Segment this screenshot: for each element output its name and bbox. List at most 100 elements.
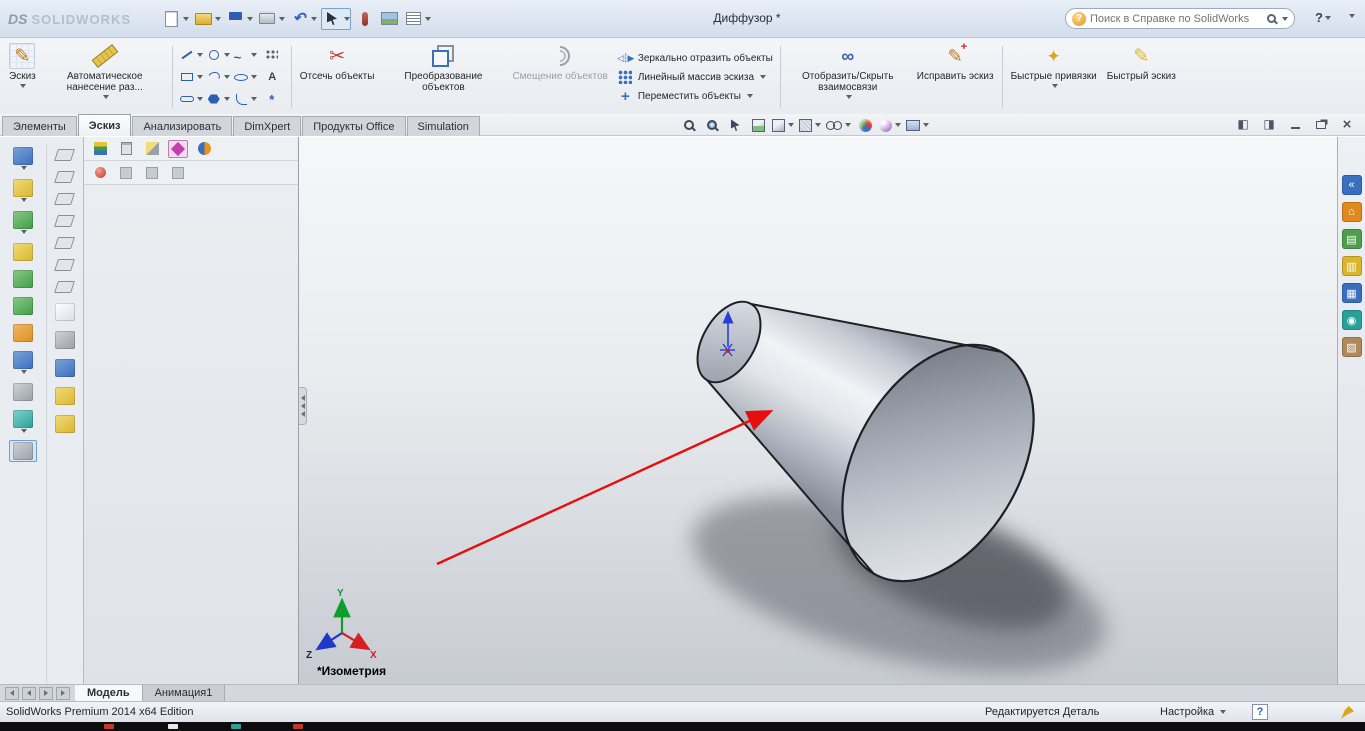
help-menu[interactable]: ? [1315,10,1331,25]
animation-tab[interactable]: Анимация1 [142,685,226,701]
help-search-box[interactable] [1065,8,1295,29]
display-manager-tab[interactable] [194,140,214,158]
custom-properties-icon[interactable] [1341,337,1362,357]
zoom-fit-button[interactable] [680,116,698,134]
offset-entities-button[interactable]: Смещение объектов [507,41,612,113]
last-tab-button[interactable] [56,686,70,700]
sensor-button[interactable] [90,164,110,182]
home-icon[interactable] [1341,202,1362,222]
section-view-button[interactable] [749,116,767,134]
open-document-button[interactable] [193,8,222,30]
revolve-tool[interactable] [9,241,37,263]
repair-sketch-button[interactable]: Исправить эскиз [912,41,999,113]
taskbar-app-icon[interactable] [168,724,178,729]
fillet-tool[interactable] [9,322,37,344]
model-tab[interactable]: Модель [75,685,143,701]
configuration-manager-tab[interactable] [142,140,162,158]
grid-tool-button[interactable] [259,44,286,66]
print-button[interactable] [257,8,286,30]
line-tool-button[interactable] [178,44,205,66]
ellipse-tool-button[interactable] [232,66,259,88]
options-list-button[interactable] [403,8,432,30]
notebook-button[interactable] [51,301,79,323]
view-settings-button[interactable] [906,116,929,134]
prev-tab-button[interactable] [22,686,36,700]
minimize-button[interactable] [1287,116,1303,132]
active-sketch-tool[interactable] [9,440,37,462]
plane-button[interactable] [52,279,77,295]
next-tab-button[interactable] [39,686,53,700]
quick-snaps-button[interactable]: Быстрые привязки [1006,41,1102,113]
tab-evaluate[interactable]: Анализировать [132,116,233,136]
taskbar-app-icon[interactable] [104,724,114,729]
plane-button[interactable] [52,257,77,273]
display-relations-button[interactable]: Отобразить/Скрыть взаимосвязи [784,41,912,113]
annotations-button[interactable] [116,164,136,182]
feature-tree-area[interactable] [84,185,298,684]
chevron-down-icon[interactable] [1282,16,1288,21]
sketch-button[interactable]: Эскиз [4,41,41,113]
feature-tree-tab[interactable] [90,140,110,158]
sheet-button[interactable] [51,413,79,435]
sketch-tools-flyout[interactable] [9,145,37,172]
plane-button[interactable] [52,213,77,229]
rapid-sketch-button[interactable]: Быстрый эскиз [1102,41,1181,113]
mirror-entities-button[interactable]: Зеркально отразить объекты [617,51,773,66]
help-search-input[interactable] [1090,12,1263,25]
save-button[interactable] [225,8,254,30]
auto-dimension-button[interactable]: Автоматическое нанесение раз... [41,41,169,113]
new-document-button[interactable] [161,8,190,30]
point-tool-button[interactable] [259,88,286,110]
slot-tool-button[interactable] [178,88,205,110]
history-button[interactable] [168,164,188,182]
search-icon[interactable] [1267,14,1276,23]
first-tab-button[interactable] [5,686,19,700]
spline-tool-button[interactable] [232,44,259,66]
view-palette-icon[interactable] [1341,283,1362,303]
file-explorer-icon[interactable] [1341,256,1362,276]
reference-tool[interactable] [9,381,37,403]
restore-button[interactable] [1313,116,1329,132]
plane-button[interactable] [52,191,77,207]
resources-icon[interactable] [1341,175,1362,195]
help-icon[interactable] [1252,704,1268,720]
measure-button[interactable] [51,329,79,351]
collapse-titlebar-icon[interactable] [1349,14,1355,18]
tab-office-products[interactable]: Продукты Office [302,116,406,136]
design-library-icon[interactable] [1341,229,1362,249]
property-manager-tab[interactable] [116,140,136,158]
settings-control[interactable]: Настройка [1160,706,1227,718]
graphics-viewport[interactable]: Y X Z *Изометрия [299,137,1337,684]
pattern-flyout[interactable] [9,349,37,376]
text-tool-button[interactable] [259,66,286,88]
exchange-button[interactable] [51,357,79,379]
display-style-button[interactable] [799,116,821,134]
edit-appearance-button[interactable] [856,116,874,134]
rectangle-tool-button[interactable] [178,66,205,88]
plane-button[interactable] [52,235,77,251]
spline-tools-flyout[interactable] [9,408,37,435]
sheet-button[interactable] [51,385,79,407]
boss-tool[interactable] [9,268,37,290]
close-button[interactable] [1339,116,1355,132]
panel-collapse-handle[interactable] [299,387,307,425]
trim-entities-button[interactable]: Отсечь объекты [295,41,380,113]
appearances-icon[interactable] [1341,310,1362,330]
pane-right-icon[interactable] [1261,116,1277,132]
circle-tool-button[interactable] [205,44,232,66]
plane-button[interactable] [52,147,77,163]
taskbar-app-icon[interactable] [293,724,303,729]
dimxpert-manager-tab[interactable] [168,139,188,158]
select-button[interactable] [321,7,352,30]
pane-left-icon[interactable] [1235,116,1251,132]
color-swatch-button[interactable] [355,8,375,30]
dimension-tools-flyout[interactable] [9,177,37,204]
apply-scene-button[interactable] [879,116,901,134]
fillet-tool-button[interactable] [232,88,259,110]
arc-tool-button[interactable] [205,66,232,88]
linear-sketch-pattern-button[interactable]: Линейный массив эскиза [617,70,773,85]
tab-features[interactable]: Элементы [2,116,77,136]
polygon-tool-button[interactable] [205,88,232,110]
plane-button[interactable] [52,169,77,185]
convert-entities-button[interactable]: Преобразование объектов [379,41,507,113]
